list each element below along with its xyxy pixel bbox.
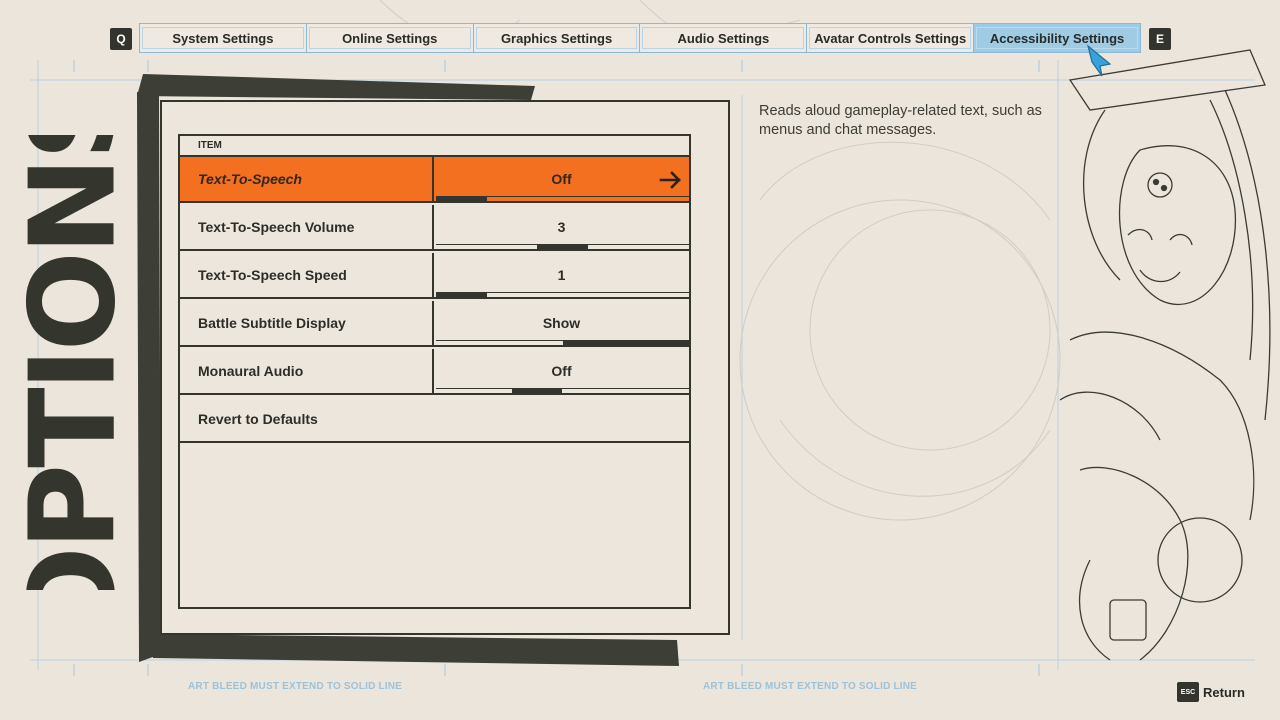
level-bar xyxy=(436,340,689,345)
level-bar-fill xyxy=(511,389,563,393)
revert-label: Revert to Defaults xyxy=(198,411,318,427)
setting-label: Text-To-Speech xyxy=(180,157,434,201)
character-line-art xyxy=(1059,49,1271,661)
settings-table: ITEM Text-To-Speech Off Text-To-Speech V… xyxy=(178,134,691,609)
tab-label: Graphics Settings xyxy=(500,30,613,46)
settings-tabbar: System Settings Online Settings Graphics… xyxy=(139,23,1141,53)
setting-value-text: Off xyxy=(551,363,572,379)
page-title: OPTIONS xyxy=(20,135,125,590)
setting-row-text-to-speech-speed[interactable]: Text-To-Speech Speed 1 xyxy=(180,253,689,299)
level-bar-fill xyxy=(436,293,487,297)
level-bar xyxy=(436,292,689,297)
setting-value-text: 1 xyxy=(557,267,566,283)
setting-label: Battle Subtitle Display xyxy=(180,301,434,345)
setting-value[interactable]: Show xyxy=(434,301,689,345)
setting-value-text: Off xyxy=(551,171,572,187)
setting-label: Text-To-Speech Volume xyxy=(180,205,434,249)
setting-row-monaural-audio[interactable]: Monaural Audio Off xyxy=(180,349,689,395)
level-bar-fill xyxy=(562,341,689,345)
return-button[interactable]: ESC Return xyxy=(1177,682,1245,702)
tab-online-settings[interactable]: Online Settings xyxy=(307,24,474,52)
table-header: ITEM xyxy=(180,136,689,157)
page-title-text: OPTIONS xyxy=(20,135,125,590)
level-bar xyxy=(436,196,689,201)
setting-value[interactable]: 3 xyxy=(434,205,689,249)
tab-label: Audio Settings xyxy=(677,30,770,46)
setting-value[interactable]: Off xyxy=(434,349,689,393)
setting-value[interactable]: Off xyxy=(434,157,689,201)
tab-label: System Settings xyxy=(172,30,274,46)
esc-key: ESC xyxy=(1177,682,1199,702)
setting-row-text-to-speech-volume[interactable]: Text-To-Speech Volume 3 xyxy=(180,205,689,251)
revert-to-defaults-button[interactable]: Revert to Defaults xyxy=(180,397,689,443)
tab-system-settings[interactable]: System Settings xyxy=(140,24,307,52)
return-label: Return xyxy=(1203,684,1245,700)
tab-graphics-settings[interactable]: Graphics Settings xyxy=(474,24,641,52)
setting-row-battle-subtitle-display[interactable]: Battle Subtitle Display Show xyxy=(180,301,689,347)
tab-label: Online Settings xyxy=(342,30,438,46)
level-bar xyxy=(436,388,689,393)
level-bar xyxy=(436,244,689,249)
tab-audio-settings[interactable]: Audio Settings xyxy=(640,24,808,52)
bleed-note-left: ART BLEED MUST EXTEND TO SOLID LINE xyxy=(188,681,403,692)
level-bar-fill xyxy=(436,197,487,201)
prev-tab-key[interactable]: Q xyxy=(110,28,132,50)
next-tab-key[interactable]: E xyxy=(1149,28,1171,50)
tab-avatar-controls-settings[interactable]: Avatar Controls Settings xyxy=(807,24,975,52)
setting-row-text-to-speech[interactable]: Text-To-Speech Off xyxy=(180,157,689,203)
arrow-right-icon xyxy=(659,171,681,189)
setting-value[interactable]: 1 xyxy=(434,253,689,297)
level-bar-fill xyxy=(537,245,588,249)
tab-label: Avatar Controls Settings xyxy=(814,30,967,46)
setting-value-text: Show xyxy=(542,315,581,331)
setting-label: Monaural Audio xyxy=(180,349,434,393)
setting-value-text: 3 xyxy=(557,219,566,235)
bleed-note-right: ART BLEED MUST EXTEND TO SOLID LINE xyxy=(703,681,918,692)
setting-label: Text-To-Speech Speed xyxy=(180,253,434,297)
setting-description: Reads aloud gameplay-related text, such … xyxy=(759,103,1042,138)
cursor-pointer-icon xyxy=(1086,44,1112,77)
